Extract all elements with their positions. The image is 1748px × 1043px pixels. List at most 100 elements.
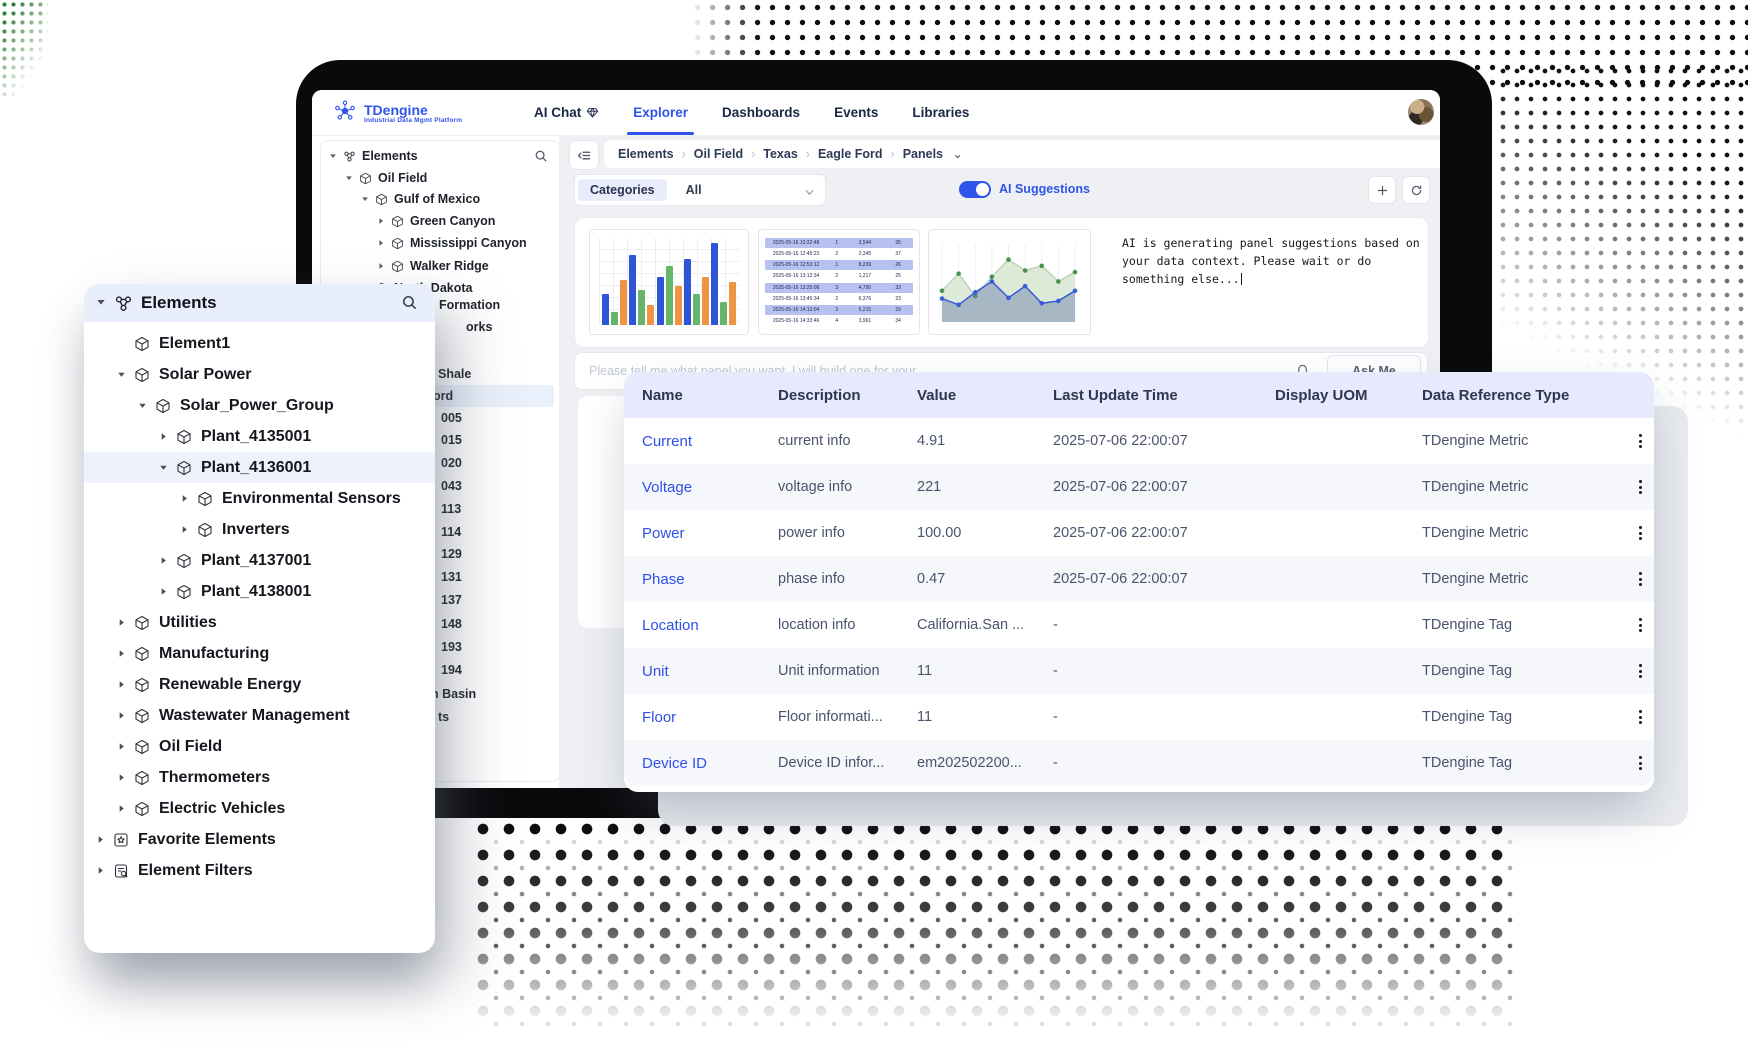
row-actions-menu[interactable] [1630, 614, 1650, 636]
search-icon[interactable] [534, 149, 548, 163]
caret-right-icon[interactable] [159, 432, 176, 441]
tree-item-oil-field[interactable]: Oil Field [345, 167, 427, 189]
nav-item-dashboards[interactable]: Dashboards [722, 90, 800, 135]
row-name-link[interactable]: Current [642, 418, 692, 464]
caret-right-icon[interactable] [117, 742, 134, 751]
tree-item-fragment[interactable]: Shale [438, 367, 471, 381]
caret-down-icon[interactable] [361, 195, 375, 203]
tree-item-fragment[interactable]: 005 [441, 411, 462, 425]
tree-item-plant-4135001[interactable]: Plant_4135001 [84, 421, 435, 452]
row-actions-menu[interactable] [1630, 706, 1650, 728]
brand[interactable]: TDengine Industrial Data Mgmt Platform [332, 98, 462, 129]
tree-item-elements[interactable]: Elements [329, 145, 418, 167]
caret-right-icon[interactable] [96, 835, 113, 844]
chevron-down-icon[interactable] [804, 185, 815, 196]
tree-item-thermometers[interactable]: Thermometers [84, 762, 435, 793]
caret-right-icon[interactable] [117, 649, 134, 658]
tree-item-fragment[interactable]: 193 [441, 640, 462, 654]
caret-right-icon[interactable] [117, 773, 134, 782]
refresh-button[interactable] [1402, 176, 1430, 204]
tree-item-fragment[interactable]: 148 [441, 617, 462, 631]
nav-item-events[interactable]: Events [834, 90, 878, 135]
breadcrumb-item-elements[interactable]: Elements [618, 147, 674, 161]
user-avatar[interactable] [1408, 99, 1434, 125]
tree-item-fragment[interactable]: 015 [441, 433, 462, 447]
breadcrumb-item-panels[interactable]: Panels [903, 147, 943, 161]
tree-item-fragment[interactable]: orks [466, 320, 492, 334]
tree-item-fragment[interactable]: Formation [439, 298, 500, 312]
suggested-panel-table[interactable]: 2025-05-16 10:22:4813,544352025-05-16 12… [758, 229, 920, 335]
tree-item-environmental-sensors[interactable]: Environmental Sensors [84, 483, 435, 514]
tree-item-fragment[interactable]: 043 [441, 479, 462, 493]
row-actions-menu[interactable] [1630, 476, 1650, 498]
tree-item-fragment[interactable]: 113 [441, 502, 461, 516]
caret-right-icon[interactable] [377, 239, 391, 247]
nav-item-libraries[interactable]: Libraries [912, 90, 969, 135]
nav-item-explorer[interactable]: Explorer [633, 90, 688, 135]
tree-item-electric-vehicles[interactable]: Electric Vehicles [84, 793, 435, 824]
caret-right-icon[interactable] [117, 680, 134, 689]
tree-item-inverters[interactable]: Inverters [84, 514, 435, 545]
tree-item-fragment[interactable]: ts [438, 710, 449, 724]
row-name-link[interactable]: Floor [642, 694, 676, 740]
breadcrumb-item-texas[interactable]: Texas [763, 147, 798, 161]
caret-right-icon[interactable] [117, 804, 134, 813]
categories-select[interactable]: All [686, 183, 702, 197]
caret-down-icon[interactable] [138, 401, 155, 410]
caret-right-icon[interactable] [117, 618, 134, 627]
tree-item-fragment[interactable]: 194 [441, 663, 462, 677]
tree-item-plant-4137001[interactable]: Plant_4137001 [84, 545, 435, 576]
caret-right-icon[interactable] [180, 525, 197, 534]
tree-item-manufacturing[interactable]: Manufacturing [84, 638, 435, 669]
caret-down-icon[interactable] [329, 152, 343, 160]
row-actions-menu[interactable] [1630, 430, 1650, 452]
search-icon[interactable] [401, 294, 418, 311]
tree-item-mississippi-canyon[interactable]: Mississippi Canyon [377, 232, 527, 254]
tree-item-fragment[interactable]: n Basin [431, 687, 476, 701]
ai-suggestions-toggle[interactable] [959, 181, 991, 198]
caret-down-icon[interactable] [117, 370, 134, 379]
tree-item-element-filters[interactable]: Element Filters [84, 855, 435, 886]
tree-item-renewable-energy[interactable]: Renewable Energy [84, 669, 435, 700]
tree-item-fragment[interactable]: ord [433, 389, 453, 403]
tree-item-fragment[interactable]: 114 [441, 525, 461, 539]
breadcrumb-item-eagle-ford[interactable]: Eagle Ford [818, 147, 883, 161]
tree-item-fragment[interactable]: 020 [441, 456, 462, 470]
breadcrumb-item-oil-field[interactable]: Oil Field [694, 147, 743, 161]
add-panel-button[interactable] [1368, 176, 1396, 204]
caret-down-icon[interactable] [345, 174, 359, 182]
tree-item-element1[interactable]: Element1 [84, 328, 435, 359]
nav-item-ai-chat[interactable]: AI Chat [534, 90, 599, 135]
caret-right-icon[interactable] [377, 262, 391, 270]
row-name-link[interactable]: Unit [642, 648, 669, 694]
row-actions-menu[interactable] [1630, 752, 1650, 774]
caret-right-icon[interactable] [159, 556, 176, 565]
caret-right-icon[interactable] [180, 494, 197, 503]
tree-item-walker-ridge[interactable]: Walker Ridge [377, 255, 489, 277]
tree-item-oil-field[interactable]: Oil Field [84, 731, 435, 762]
tree-item-wastewater-management[interactable]: Wastewater Management [84, 700, 435, 731]
suggested-panel-bar-chart[interactable] [589, 229, 749, 335]
row-actions-menu[interactable] [1630, 522, 1650, 544]
tree-item-utilities[interactable]: Utilities [84, 607, 435, 638]
tree-item-gulf-of-mexico[interactable]: Gulf of Mexico [361, 188, 480, 210]
caret-down-icon[interactable] [96, 294, 114, 312]
suggested-panel-line-chart[interactable] [928, 229, 1091, 335]
caret-right-icon[interactable] [159, 587, 176, 596]
tree-item-fragment[interactable]: 137 [441, 593, 462, 607]
row-actions-menu[interactable] [1630, 660, 1650, 682]
row-name-link[interactable]: Phase [642, 556, 685, 602]
row-name-link[interactable]: Power [642, 510, 685, 556]
row-name-link[interactable]: Location [642, 602, 699, 648]
caret-right-icon[interactable] [96, 866, 113, 875]
tree-item-solar-power-group[interactable]: Solar_Power_Group [84, 390, 435, 421]
collapse-sidebar-button[interactable] [569, 140, 599, 170]
tree-item-green-canyon[interactable]: Green Canyon [377, 210, 495, 232]
elements-tree-header[interactable]: Elements [84, 284, 435, 322]
caret-down-icon[interactable] [159, 463, 176, 472]
tree-item-fragment[interactable]: 131 [441, 570, 462, 584]
row-actions-menu[interactable] [1630, 568, 1650, 590]
row-name-link[interactable]: Device ID [642, 740, 707, 786]
caret-right-icon[interactable] [117, 711, 134, 720]
tree-item-plant-4136001[interactable]: Plant_4136001 [84, 452, 435, 483]
